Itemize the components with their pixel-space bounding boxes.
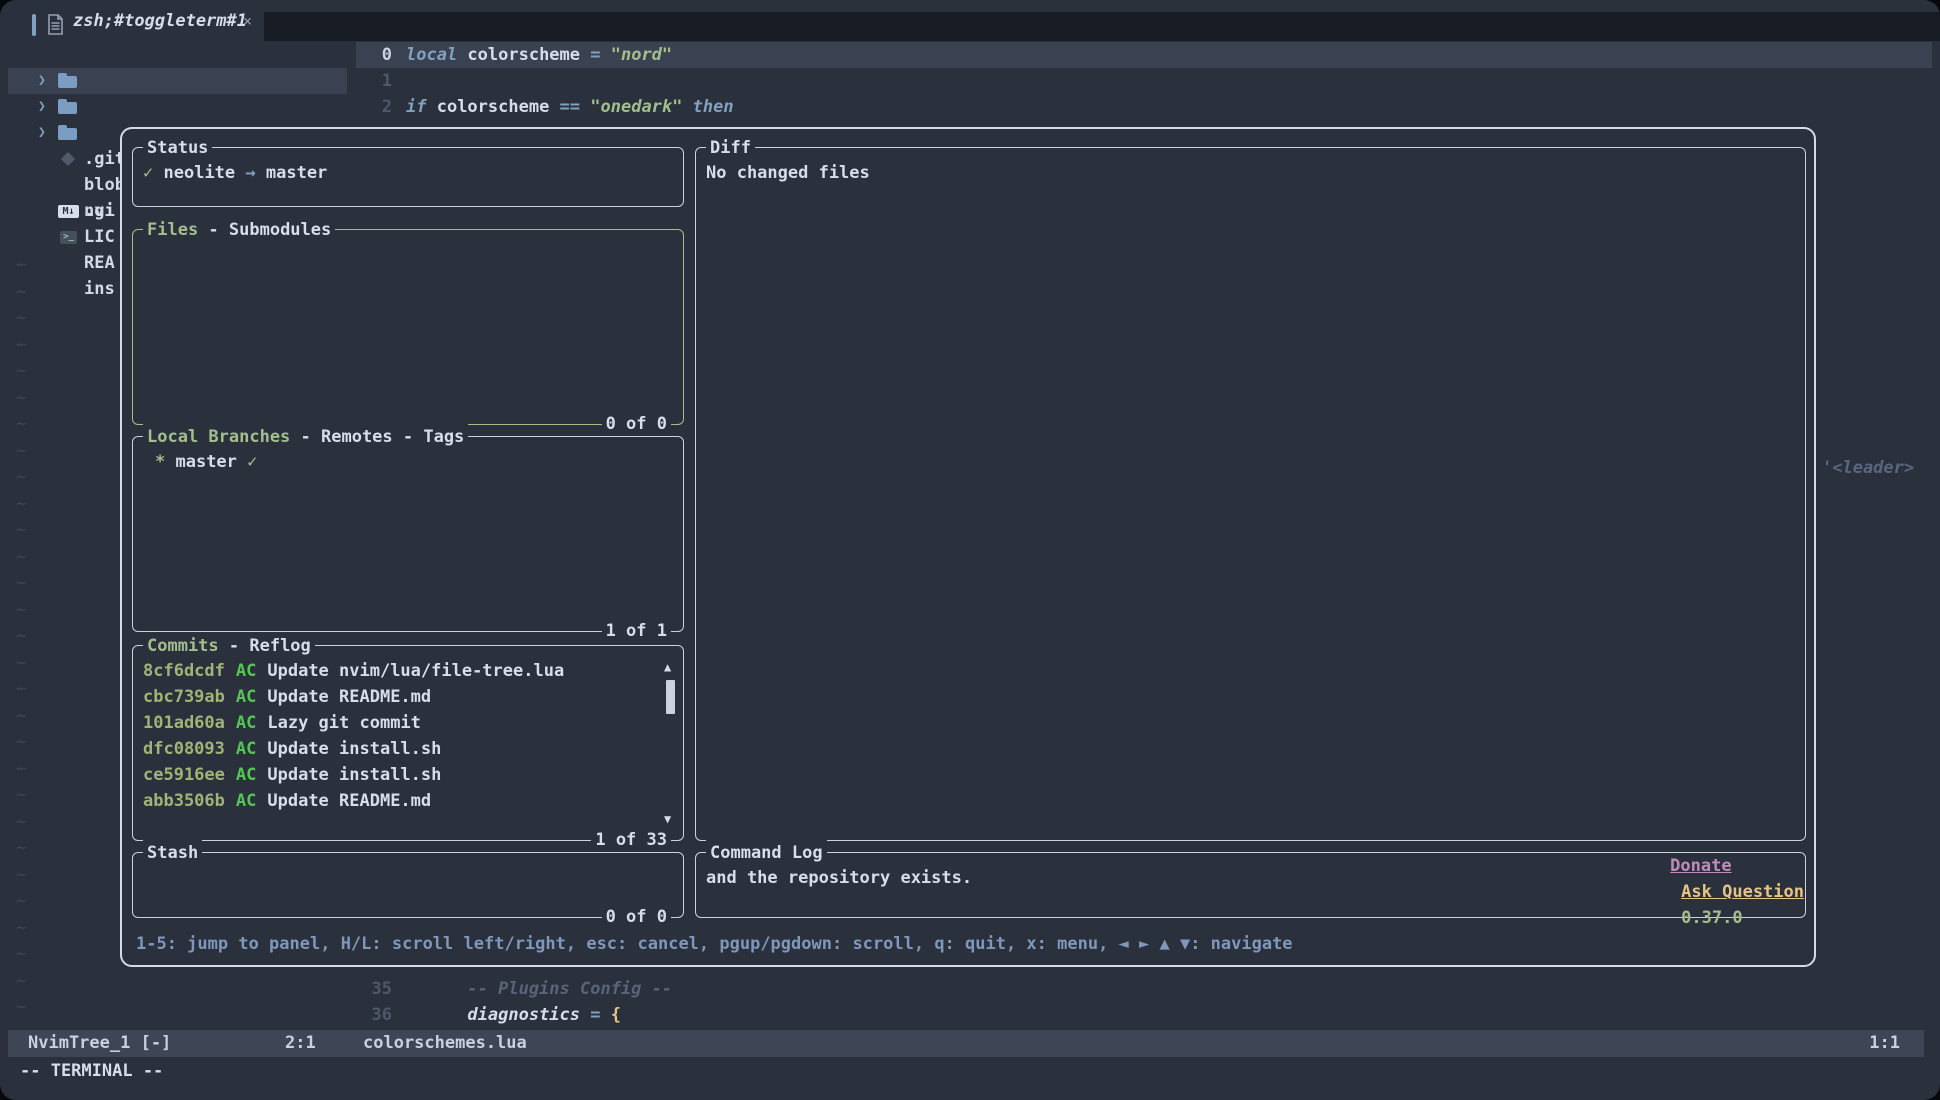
tree-item-blob[interactable]: ❯ blob <box>8 94 347 120</box>
file-icon <box>47 14 64 43</box>
lazygit-stash-panel[interactable]: Stash 0 of 0 <box>132 852 684 918</box>
lazygit-status-panel[interactable]: Status ✓ neolite → master <box>132 147 684 207</box>
panel-title: Status <box>143 135 212 161</box>
code-line[interactable]: 36 diagnostics = { <box>356 1002 1932 1028</box>
chevron-right-icon[interactable]: ❯ <box>38 68 46 94</box>
code-line[interactable]: 35 -- Plugins Config -- <box>356 976 1932 1002</box>
line-number: 0 <box>356 42 406 68</box>
folder-icon <box>58 102 77 114</box>
chevron-right-icon[interactable]: ❯ <box>38 120 46 146</box>
commit-row[interactable]: abb3506bACUpdate README.md <box>143 788 655 814</box>
lazygit-files-panel[interactable]: Files - Submodules 0 of 0 <box>132 229 684 425</box>
panel-title: Command Log <box>706 840 827 866</box>
commits-scrollbar[interactable]: ▲ ▼ <box>664 656 678 828</box>
lazygit-branches-panel[interactable]: Local Branches - Remotes - Tags * master… <box>132 436 684 632</box>
mode-indicator: -- TERMINAL -- <box>20 1058 163 1084</box>
commit-row[interactable]: dfc08093ACUpdate install.sh <box>143 736 655 762</box>
scrollbar-thumb[interactable] <box>666 680 675 714</box>
version-label: 0.37.0 <box>1681 908 1742 928</box>
showcmd-pending-keys: '<leader> <box>1822 455 1914 481</box>
arrow-right-icon: → <box>245 163 255 183</box>
check-icon: ✓ <box>247 452 257 472</box>
lazygit-float-window: Status ✓ neolite → master Files - Submod… <box>120 127 1816 967</box>
command-log-content: and the repository exists. <box>706 865 972 891</box>
statusline-cursor-position: 1:1 <box>1869 1030 1900 1057</box>
statusline-buffer-name: NvimTree_1 [-] <box>28 1030 171 1057</box>
tabline: zsh;#toggleterm#1 × <box>0 0 1940 42</box>
gitignore-icon <box>61 152 75 166</box>
code-line[interactable]: 2 if colorscheme == "onedark" then <box>356 94 1932 120</box>
editor-buffer-top: 0 local colorscheme = "nord" 1 2 if colo… <box>356 42 1932 120</box>
footer-links: Donate Ask Question 0.37.0 <box>1609 827 1804 957</box>
terminal-window: zsh;#toggleterm#1 × neolite ❯ .git ❯ blo… <box>0 0 1940 1100</box>
lazygit-commits-panel[interactable]: Commits - Reflog 8cf6dcdfACUpdate nvim/l… <box>132 645 684 841</box>
tab-title[interactable]: zsh;#toggleterm#1 <box>73 8 247 34</box>
panel-title: Commits - Reflog <box>143 633 315 659</box>
tree-root[interactable]: neolite <box>8 42 347 68</box>
commit-row[interactable]: ce5916eeACUpdate install.sh <box>143 762 655 788</box>
branches-count: 1 of 1 <box>602 618 671 644</box>
commit-row[interactable]: cbc739abACUpdate README.md <box>143 684 655 710</box>
statusline-filename: colorschemes.lua <box>363 1030 527 1057</box>
panel-title: Local Branches - Remotes - Tags <box>143 424 468 450</box>
tilde-column: ~~~~~~~~~~~~~~~~~~~~~~~~~~~~~ <box>16 252 26 1021</box>
panel-title: Files - Submodules <box>143 217 335 243</box>
editor-buffer-bottom: 35 -- Plugins Config -- 36 diagnostics =… <box>356 976 1932 1028</box>
chevron-right-icon[interactable]: ❯ <box>38 94 46 120</box>
stash-count: 0 of 0 <box>602 904 671 930</box>
statusline: NvimTree_1 [-] 2:1 colorschemes.lua 1:1 <box>8 1030 1924 1057</box>
panel-title: Diff <box>706 135 755 161</box>
branch-row[interactable]: * master ✓ <box>155 449 257 475</box>
line-number: 2 <box>356 94 406 120</box>
code-line[interactable]: 0 local colorscheme = "nord" <box>356 42 1932 68</box>
lazygit-diff-panel[interactable]: Diff No changed files <box>695 147 1806 841</box>
donate-link[interactable]: Donate <box>1670 856 1731 876</box>
line-number: 1 <box>356 68 406 94</box>
commit-row[interactable]: 8cf6dcdfACUpdate nvim/lua/file-tree.lua <box>143 658 655 684</box>
scroll-up-icon[interactable]: ▲ <box>664 654 671 680</box>
markdown-icon: M↓ <box>58 205 79 218</box>
close-icon[interactable]: × <box>243 8 252 34</box>
line-number: 35 <box>356 976 406 1002</box>
status-line-item[interactable]: ✓ neolite → master <box>143 160 327 186</box>
files-count: 0 of 0 <box>602 411 671 437</box>
code-line[interactable]: 1 <box>356 68 1932 94</box>
terminal-icon: >_ <box>60 231 77 244</box>
ask-question-link[interactable]: Ask Question <box>1681 882 1804 902</box>
line-number: 36 <box>356 1002 406 1028</box>
commits-count: 1 of 33 <box>591 827 671 853</box>
check-icon: ✓ <box>143 163 153 183</box>
commit-row[interactable]: 101ad60aACLazy git commit <box>143 710 655 736</box>
panel-title: Stash <box>143 840 202 866</box>
diff-content: No changed files <box>706 160 870 186</box>
statusline-tree-position: 2:1 <box>285 1030 316 1057</box>
keybindings-help: 1-5: jump to panel, H/L: scroll left/rig… <box>136 931 1293 957</box>
active-tab-indicator <box>32 14 36 36</box>
commit-list: 8cf6dcdfACUpdate nvim/lua/file-tree.lua … <box>143 658 655 814</box>
folder-icon <box>58 76 77 88</box>
tabline-fill <box>264 12 1940 41</box>
folder-icon <box>58 128 77 140</box>
tree-item-git[interactable]: ❯ .git <box>8 68 347 94</box>
